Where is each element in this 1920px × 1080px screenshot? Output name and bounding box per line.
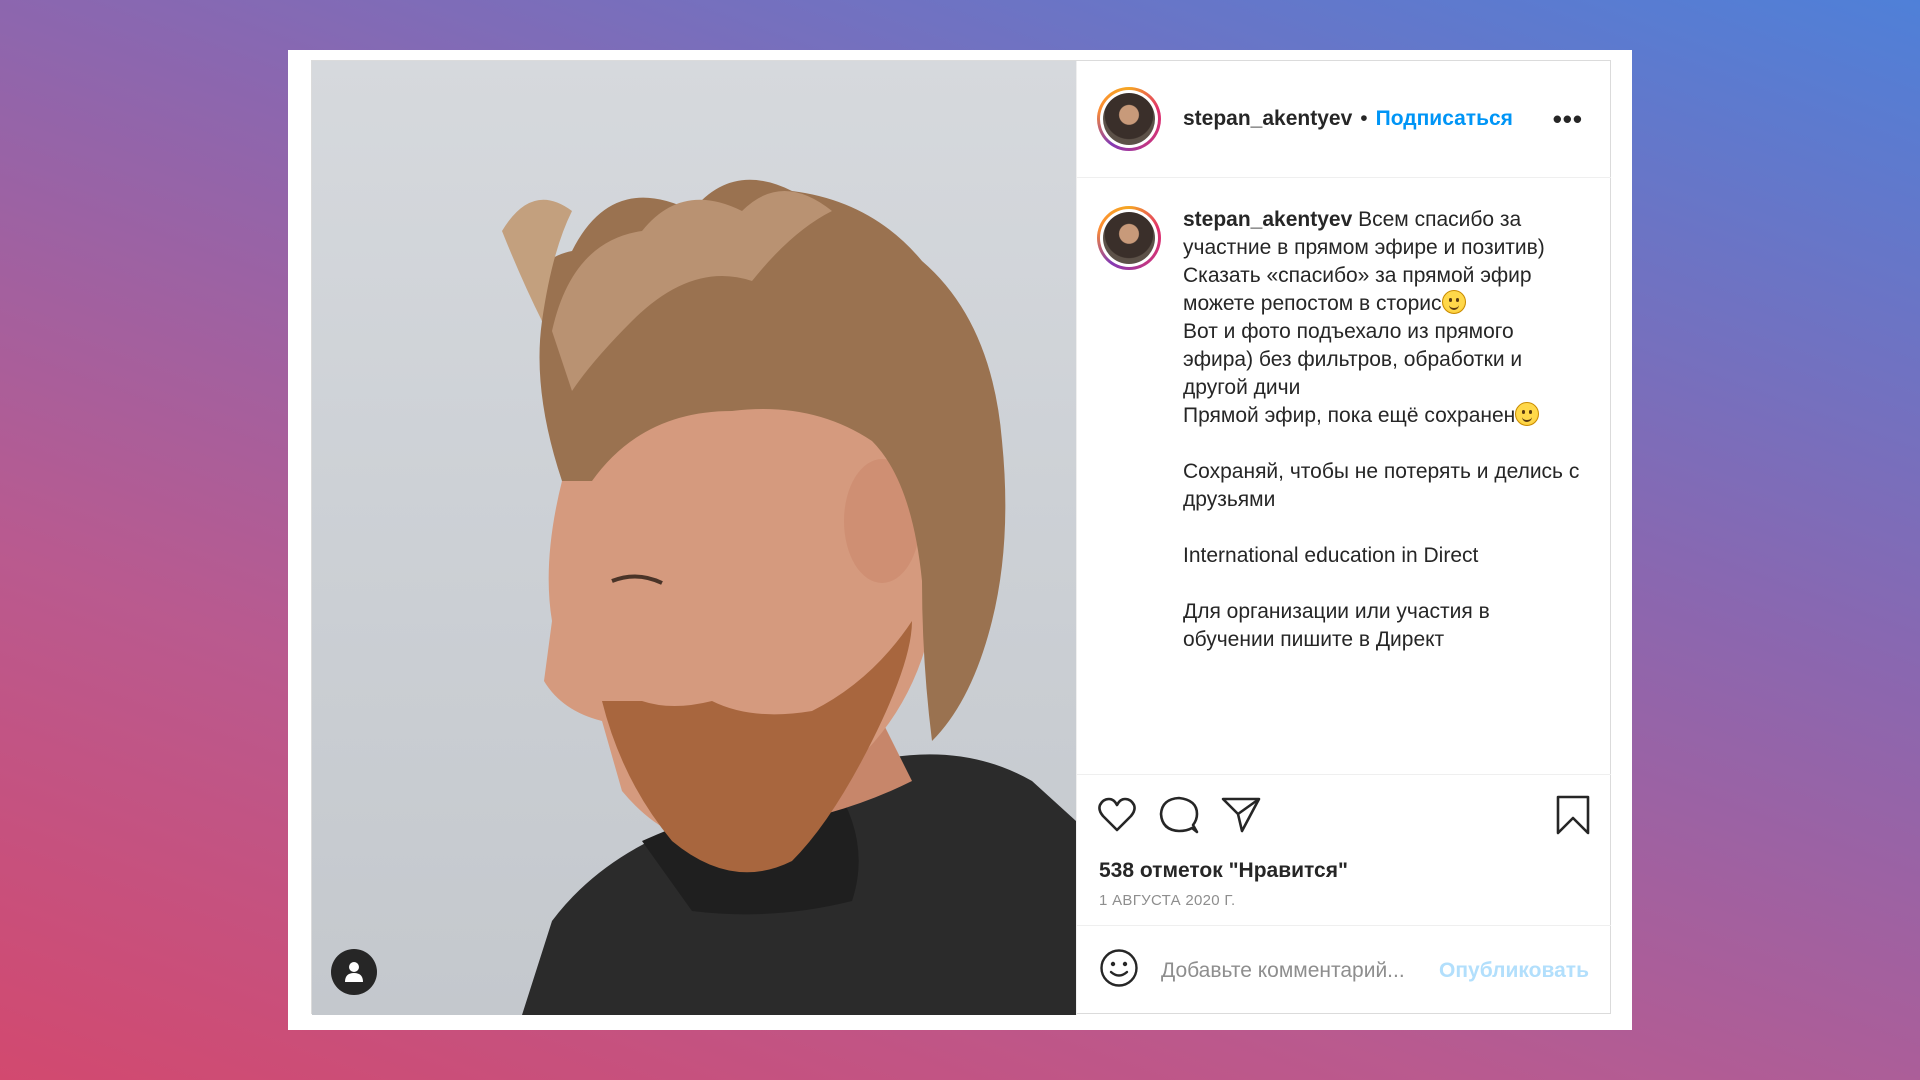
- user-tag-button[interactable]: [331, 949, 377, 995]
- caption-line: Прямой эфир, пока ещё сохранен: [1183, 404, 1516, 427]
- caption-spacer: [1183, 570, 1583, 598]
- separator-dot: •: [1360, 107, 1368, 130]
- comment-button[interactable]: [1159, 795, 1199, 835]
- share-icon: [1221, 797, 1261, 833]
- portrait-illustration: [502, 179, 1076, 1015]
- comment-bar: Опубликовать: [1077, 925, 1611, 1015]
- actions-area: 538 отметок "Нравится" 1 АВГУСТА 2020 Г.: [1077, 774, 1611, 925]
- caption-line: Сохраняй, чтобы не потерять и делись с д…: [1183, 460, 1580, 511]
- follow-button[interactable]: Подписаться: [1376, 107, 1513, 131]
- smiling-emoji-icon: [1441, 290, 1466, 314]
- caption-spacer: [1183, 430, 1583, 458]
- comment-icon: [1159, 796, 1199, 834]
- instagram-post: stepan_akentyev • Подписаться ••• stepan…: [311, 60, 1611, 1015]
- action-icons: [1077, 775, 1611, 855]
- avatar-ring: [1100, 90, 1158, 148]
- avatar-ring: [1100, 209, 1158, 267]
- caption-line: Вот и фото подъехало из прямого эфира) б…: [1183, 320, 1523, 399]
- caption-spacer: [1183, 514, 1583, 542]
- caption-username[interactable]: stepan_akentyev: [1183, 208, 1352, 231]
- bookmark-icon: [1556, 795, 1590, 835]
- caption-text: stepan_akentyev Всем спасибо за участние…: [1183, 206, 1583, 654]
- likes-count[interactable]: 538 отметок "Нравится": [1077, 855, 1611, 887]
- user-tag-icon: [345, 962, 363, 982]
- post-photo[interactable]: [312, 61, 1076, 1015]
- avatar-image: [1103, 93, 1155, 145]
- like-button[interactable]: [1097, 797, 1137, 833]
- post-sidebar: stepan_akentyev • Подписаться ••• stepan…: [1076, 61, 1611, 1015]
- share-button[interactable]: [1221, 796, 1261, 834]
- avatar-image: [1103, 212, 1155, 264]
- more-options-icon[interactable]: •••: [1553, 106, 1591, 132]
- save-button[interactable]: [1555, 795, 1591, 835]
- caption-line: Для организации или участия в обучении п…: [1183, 600, 1490, 651]
- emoji-picker-button[interactable]: [1099, 948, 1139, 993]
- post-frame: stepan_akentyev • Подписаться ••• stepan…: [288, 50, 1632, 1030]
- comment-input[interactable]: [1161, 958, 1440, 983]
- username-link[interactable]: stepan_akentyev: [1183, 107, 1352, 131]
- heart-icon: [1098, 797, 1136, 832]
- caption-line: International education in Direct: [1183, 544, 1479, 567]
- avatar[interactable]: [1097, 87, 1161, 151]
- caption-avatar[interactable]: [1097, 206, 1161, 270]
- publish-button[interactable]: Опубликовать: [1439, 959, 1589, 983]
- caption: stepan_akentyev Всем спасибо за участние…: [1097, 206, 1591, 654]
- post-header: stepan_akentyev • Подписаться •••: [1077, 61, 1611, 178]
- post-date: 1 АВГУСТА 2020 Г.: [1099, 892, 1236, 909]
- smiley-icon: [1100, 949, 1138, 987]
- smiling-emoji-icon: [1515, 402, 1540, 426]
- caption-line: Сказать «спасибо» за прямой эфир можете …: [1183, 264, 1532, 315]
